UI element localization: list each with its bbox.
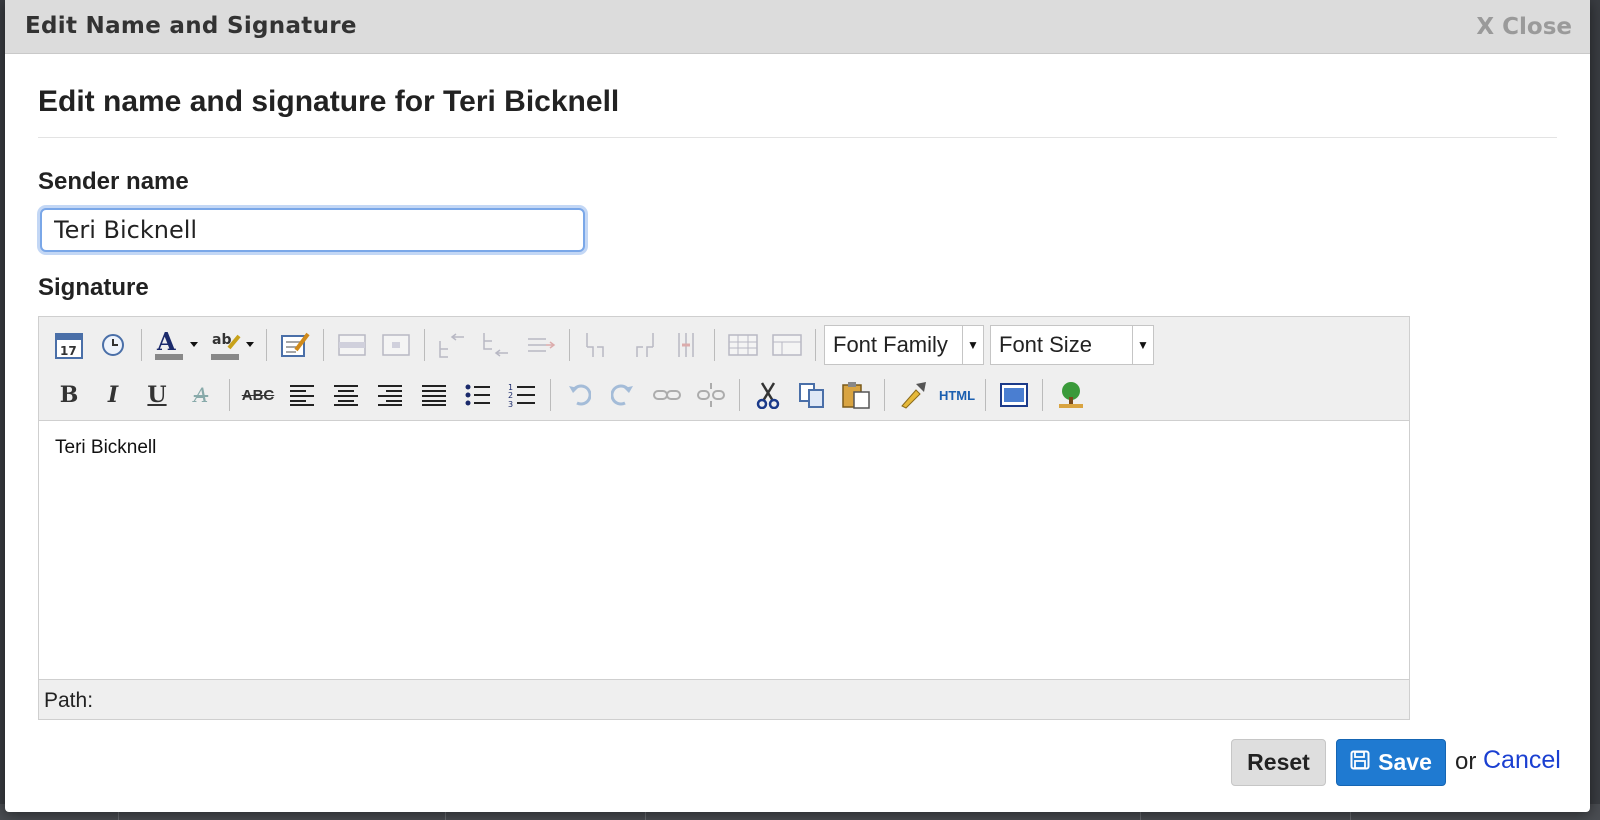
bold-icon[interactable]: B — [49, 375, 89, 415]
delete-row-icon[interactable] — [521, 325, 561, 365]
toolbar-separator — [815, 329, 816, 361]
page-heading: Edit name and signature for Teri Bicknel… — [38, 85, 620, 118]
highlight-color-icon[interactable]: ab — [206, 325, 258, 365]
edit-signature-dialog: Edit Name and Signature X Close Edit nam… — [5, 0, 1590, 812]
cancel-link[interactable]: Cancel — [1483, 746, 1561, 775]
cut-icon[interactable] — [748, 375, 788, 415]
signature-label: Signature — [38, 274, 149, 301]
align-left-icon[interactable] — [282, 375, 322, 415]
chevron-down-icon: ▼ — [962, 326, 983, 364]
dialog-title: Edit Name and Signature — [25, 13, 357, 39]
font-size-select[interactable]: Font Size ▼ — [990, 325, 1154, 365]
save-icon — [1350, 749, 1370, 776]
signature-content-area[interactable]: Teri Bicknell — [39, 421, 1409, 679]
toolbar-separator — [323, 329, 324, 361]
toolbar-separator — [141, 329, 142, 361]
bullet-list-icon[interactable] — [458, 375, 498, 415]
merge-cells-icon[interactable] — [767, 325, 807, 365]
toolbar-separator — [424, 329, 425, 361]
insert-col-after-icon[interactable] — [622, 325, 662, 365]
font-family-select[interactable]: Font Family ▼ — [824, 325, 984, 365]
toolbar-separator — [266, 329, 267, 361]
strikethrough-icon[interactable]: ABC — [238, 375, 278, 415]
save-button-label: Save — [1378, 749, 1432, 775]
toolbar-separator — [229, 379, 230, 411]
numbered-list-icon[interactable]: 123 — [502, 375, 542, 415]
link-icon[interactable] — [647, 375, 687, 415]
reset-button-label: Reset — [1247, 749, 1310, 775]
italic-icon[interactable]: I — [93, 375, 133, 415]
sender-name-label: Sender name — [38, 168, 189, 195]
preview-icon[interactable] — [994, 375, 1034, 415]
font-color-icon[interactable]: A — [150, 325, 202, 365]
cleanup-icon[interactable] — [893, 375, 933, 415]
underline-icon[interactable]: U — [137, 375, 177, 415]
svg-text:2: 2 — [508, 391, 513, 400]
delete-col-icon[interactable] — [666, 325, 706, 365]
toolbar-separator — [985, 379, 986, 411]
toolbar-separator — [884, 379, 885, 411]
align-center-icon[interactable] — [326, 375, 366, 415]
svg-text:17: 17 — [60, 344, 77, 358]
toolbar-separator — [714, 329, 715, 361]
insert-row-after-icon[interactable] — [477, 325, 517, 365]
svg-text:A: A — [156, 328, 176, 356]
paste-icon[interactable] — [836, 375, 876, 415]
insert-col-before-icon[interactable] — [578, 325, 618, 365]
redo-icon[interactable] — [603, 375, 643, 415]
toolbar-row-1: 17 A ab Font Family ▼ Font Size ▼ — [49, 323, 1160, 367]
toolbar-separator — [550, 379, 551, 411]
signature-text: Teri Bicknell — [55, 437, 157, 458]
toolbar-row-2: B I U A ABC 1 2 3 HTML — [49, 373, 1095, 417]
font-size-value: Font Size — [999, 332, 1092, 357]
row-properties-icon[interactable] — [332, 325, 372, 365]
signature-editor: 17 A ab Font Family ▼ Font Size ▼ B I U … — [38, 316, 1410, 720]
chevron-down-icon: ▼ — [1132, 326, 1153, 364]
path-label: Path: — [44, 689, 94, 712]
toolbar-separator — [739, 379, 740, 411]
insert-image-icon[interactable] — [1051, 375, 1091, 415]
save-button[interactable]: Save — [1336, 739, 1446, 786]
dialog-titlebar: Edit Name and Signature X Close — [5, 0, 1590, 54]
undo-icon[interactable] — [559, 375, 599, 415]
strikethrough-style-icon[interactable]: A — [181, 375, 221, 415]
unlink-icon[interactable] — [691, 375, 731, 415]
close-button[interactable]: X Close — [1476, 14, 1572, 40]
heading-divider — [38, 137, 1557, 138]
align-right-icon[interactable] — [370, 375, 410, 415]
insert-date-icon[interactable]: 17 — [49, 325, 89, 365]
align-justify-icon[interactable] — [414, 375, 454, 415]
font-family-value: Font Family — [833, 332, 948, 357]
sender-name-input[interactable] — [40, 208, 585, 252]
copy-icon[interactable] — [792, 375, 832, 415]
reset-button[interactable]: Reset — [1231, 739, 1326, 786]
toolbar-separator — [1042, 379, 1043, 411]
svg-text:3: 3 — [508, 400, 513, 408]
editor-path-bar: Path: — [39, 679, 1409, 719]
edit-table-icon[interactable] — [275, 325, 315, 365]
insert-time-icon[interactable] — [93, 325, 133, 365]
toolbar-separator — [569, 329, 570, 361]
cell-properties-icon[interactable] — [376, 325, 416, 365]
html-source-icon[interactable]: HTML — [937, 375, 977, 415]
editor-toolbar: 17 A ab Font Family ▼ Font Size ▼ B I U … — [39, 317, 1409, 421]
or-text: or — [1455, 748, 1477, 775]
insert-row-before-icon[interactable] — [433, 325, 473, 365]
split-cells-icon[interactable] — [723, 325, 763, 365]
